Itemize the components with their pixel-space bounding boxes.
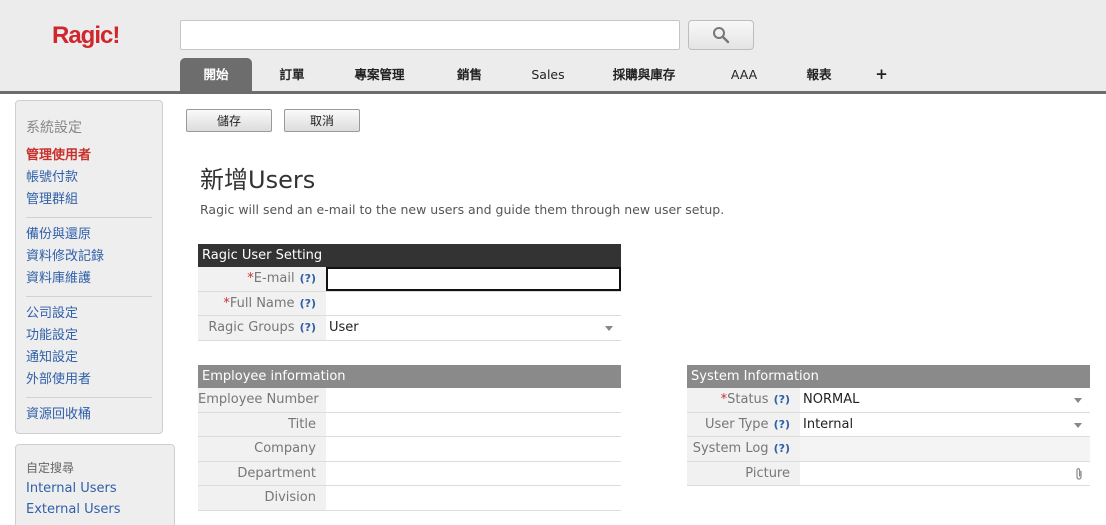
status-label: *Status (?) xyxy=(687,388,800,412)
chevron-down-icon xyxy=(1074,398,1082,403)
department-label: Department xyxy=(198,461,326,485)
groups-select[interactable]: User xyxy=(326,316,621,340)
email-field[interactable] xyxy=(326,267,621,291)
usertype-select[interactable]: Internal xyxy=(800,412,1090,436)
status-row: *Status (?) NORMAL xyxy=(687,388,1090,413)
top-header: Ragic! 開始 訂單 專案管理 銷售 Sales 採購與庫存 AAA 報表 … xyxy=(0,0,1106,94)
help-icon[interactable]: (?) xyxy=(300,272,316,285)
help-icon[interactable]: (?) xyxy=(774,442,790,455)
title-field[interactable] xyxy=(326,412,621,436)
title-label: Title xyxy=(198,412,326,436)
employee-section: Employee information Employee Number Tit… xyxy=(198,365,621,511)
page-title: 新增Users xyxy=(200,166,316,194)
sidebar-item-manage-users[interactable]: 管理使用者 xyxy=(26,145,152,167)
groups-label: Ragic Groups (?) xyxy=(198,316,326,340)
sidebar-item-backup[interactable]: 備份與還原 xyxy=(26,224,152,246)
employee-number-label: Employee Number xyxy=(198,388,326,412)
sidebar-divider xyxy=(26,217,152,218)
section-title: Ragic User Setting xyxy=(198,244,621,267)
search-icon xyxy=(713,27,730,44)
title-row: Title xyxy=(198,412,621,437)
division-label: Division xyxy=(198,486,326,510)
tab-start[interactable]: 開始 xyxy=(180,58,252,91)
employee-number-row: Employee Number xyxy=(198,388,621,413)
department-field[interactable] xyxy=(326,461,621,485)
section-title: Employee information xyxy=(198,365,621,388)
tab-reports[interactable]: 報表 xyxy=(784,58,854,91)
company-row: Company xyxy=(198,437,621,462)
status-select[interactable]: NORMAL xyxy=(800,388,1090,412)
help-icon[interactable]: (?) xyxy=(774,393,790,406)
user-setting-section: Ragic User Setting *E-mail (?) *Full Name… xyxy=(198,244,621,341)
tab-purchasing[interactable]: 採購與庫存 xyxy=(584,58,704,91)
paperclip-icon[interactable] xyxy=(1074,467,1084,481)
sidebar-item-company[interactable]: 公司設定 xyxy=(26,303,152,325)
syslog-label: System Log (?) xyxy=(687,437,800,461)
ragic-logo[interactable]: Ragic! xyxy=(52,22,120,50)
tab-projects[interactable]: 專案管理 xyxy=(332,58,427,91)
settings-sidebar: 系統設定 管理使用者 帳號付款 管理群組 備份與還原 資料修改記錄 資料庫維護 … xyxy=(15,100,163,434)
sidebar-item-billing[interactable]: 帳號付款 xyxy=(26,167,152,189)
fullname-label: *Full Name (?) xyxy=(198,291,326,315)
fullname-row: *Full Name (?) xyxy=(198,291,621,316)
chevron-down-icon xyxy=(605,326,613,331)
picture-row: Picture xyxy=(687,461,1090,486)
search-button[interactable] xyxy=(688,20,754,50)
page-description: Ragic will send an e-mail to the new use… xyxy=(200,202,725,217)
section-title: System Information xyxy=(687,365,1090,388)
save-button[interactable]: 儲存 xyxy=(186,109,272,132)
help-icon[interactable]: (?) xyxy=(774,418,790,431)
company-field[interactable] xyxy=(326,437,621,461)
email-label: *E-mail (?) xyxy=(198,267,326,291)
tab-orders[interactable]: 訂單 xyxy=(252,58,332,91)
email-row: *E-mail (?) xyxy=(198,267,621,292)
sidebar-item-recycle-bin[interactable]: 資源回收桶 xyxy=(26,404,152,426)
search-input[interactable] xyxy=(180,20,680,50)
company-label: Company xyxy=(198,437,326,461)
employee-number-field[interactable] xyxy=(326,388,621,412)
main-tabs: 開始 訂單 專案管理 銷售 Sales 採購與庫存 AAA 報表 + xyxy=(180,58,909,91)
add-tab-button[interactable]: + xyxy=(854,58,909,91)
sidebar-item-audit-log[interactable]: 資料修改記錄 xyxy=(26,246,152,268)
custom-search-heading: 自定搜尋 xyxy=(26,461,75,475)
cancel-button[interactable]: 取消 xyxy=(284,109,360,132)
sidebar-item-groups[interactable]: 管理群組 xyxy=(26,189,152,211)
tab-aaa[interactable]: AAA xyxy=(704,58,784,91)
picture-label: Picture xyxy=(687,461,800,485)
syslog-row: System Log (?) xyxy=(687,437,1090,462)
fullname-field[interactable] xyxy=(326,291,621,315)
sidebar-item-db-maintenance[interactable]: 資料庫維護 xyxy=(26,268,152,290)
syslog-field xyxy=(800,437,1090,461)
usertype-row: User Type (?) Internal xyxy=(687,412,1090,437)
help-icon[interactable]: (?) xyxy=(300,297,316,310)
sidebar-heading: 系統設定 xyxy=(26,120,82,136)
division-field[interactable] xyxy=(326,486,621,510)
tab-sales-zh[interactable]: 銷售 xyxy=(427,58,512,91)
department-row: Department xyxy=(198,461,621,486)
help-icon[interactable]: (?) xyxy=(300,321,316,334)
sidebar-item-features[interactable]: 功能設定 xyxy=(26,325,152,347)
system-section: System Information *Status (?) NORMAL Use… xyxy=(687,365,1090,486)
chevron-down-icon xyxy=(1074,422,1082,428)
usertype-label: User Type (?) xyxy=(687,412,800,436)
picture-field[interactable] xyxy=(800,461,1090,485)
tab-sales[interactable]: Sales xyxy=(512,58,584,91)
groups-row: Ragic Groups (?) User xyxy=(198,316,621,341)
division-row: Division xyxy=(198,486,621,511)
sidebar-divider xyxy=(26,296,152,297)
sidebar-item-notifications[interactable]: 通知設定 xyxy=(26,347,152,369)
sidebar-divider xyxy=(26,397,152,398)
custom-search-internal-users[interactable]: Internal Users xyxy=(26,478,164,499)
sidebar-item-external-users[interactable]: 外部使用者 xyxy=(26,369,152,391)
custom-search-panel: 自定搜尋 Internal Users External Users xyxy=(15,444,175,525)
custom-search-external-users[interactable]: External Users xyxy=(26,499,164,520)
